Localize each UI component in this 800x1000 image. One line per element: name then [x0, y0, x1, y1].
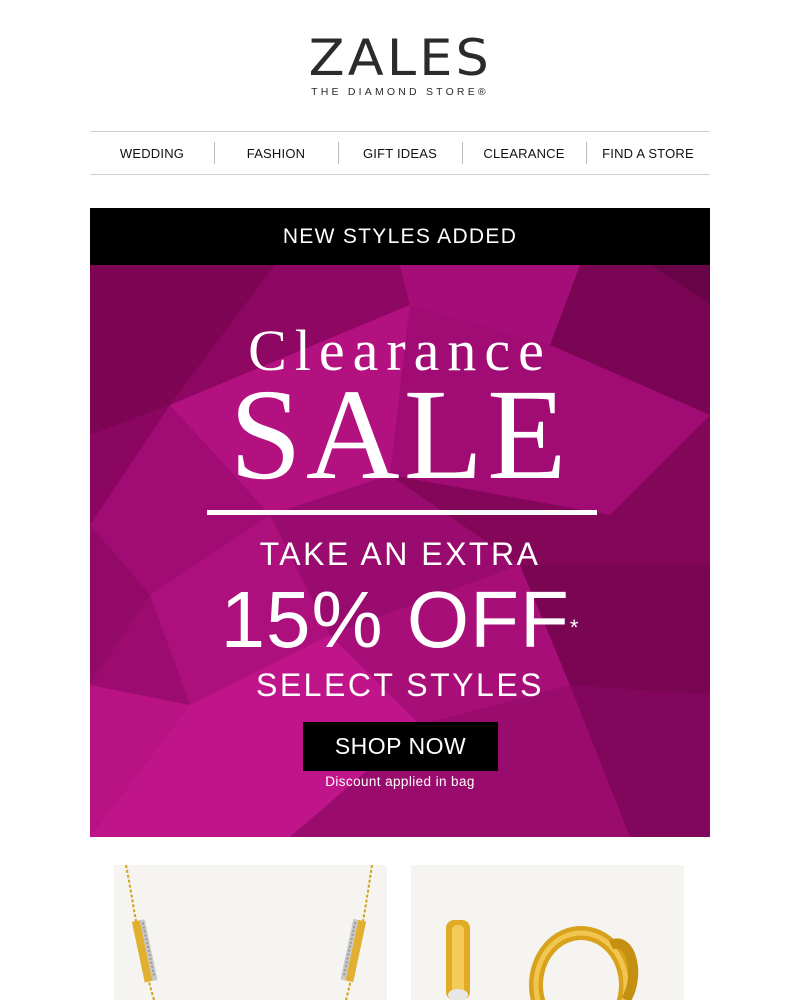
product-tile-earrings[interactable] — [411, 865, 684, 1000]
brand-logo[interactable]: ZALES THE DIAMOND STORE® — [0, 32, 800, 98]
nav-item-fashion[interactable]: FASHION — [214, 132, 338, 174]
gold-hoop-earrings-image — [446, 920, 639, 1000]
main-nav: WEDDING FASHION GIFT IDEAS CLEARANCE FIN… — [90, 131, 710, 175]
new-styles-banner[interactable]: NEW STYLES ADDED — [90, 208, 710, 265]
gold-bar-necklace-image — [125, 865, 373, 1000]
nav-item-find-a-store[interactable]: FIND A STORE — [586, 132, 710, 174]
hero-title-sale: SALE — [229, 363, 571, 507]
shop-now-button[interactable]: SHOP NOW — [303, 722, 498, 771]
nav-item-clearance[interactable]: CLEARANCE — [462, 132, 586, 174]
brand-tagline: THE DIAMOND STORE® — [311, 86, 489, 98]
hero-divider — [207, 510, 597, 515]
discount-note: Discount applied in bag — [325, 774, 475, 789]
nav-item-wedding[interactable]: WEDDING — [90, 132, 214, 174]
brand-name: ZALES — [308, 29, 492, 87]
hero-offer-amount: 15% OFF* — [90, 577, 710, 663]
hero-offer-intro: TAKE AN EXTRA — [259, 536, 541, 572]
clearance-hero[interactable]: Clearance SALE TAKE AN EXTRA 15% OFF* SE… — [90, 265, 710, 837]
hero-offer-asterisk: * — [569, 615, 580, 640]
nav-item-gift-ideas[interactable]: GIFT IDEAS — [338, 132, 462, 174]
hero-offer-scope: SELECT STYLES — [255, 667, 544, 703]
hero-offer-percent: 15% OFF — [220, 575, 570, 664]
product-tile-necklace[interactable] — [114, 865, 387, 1000]
